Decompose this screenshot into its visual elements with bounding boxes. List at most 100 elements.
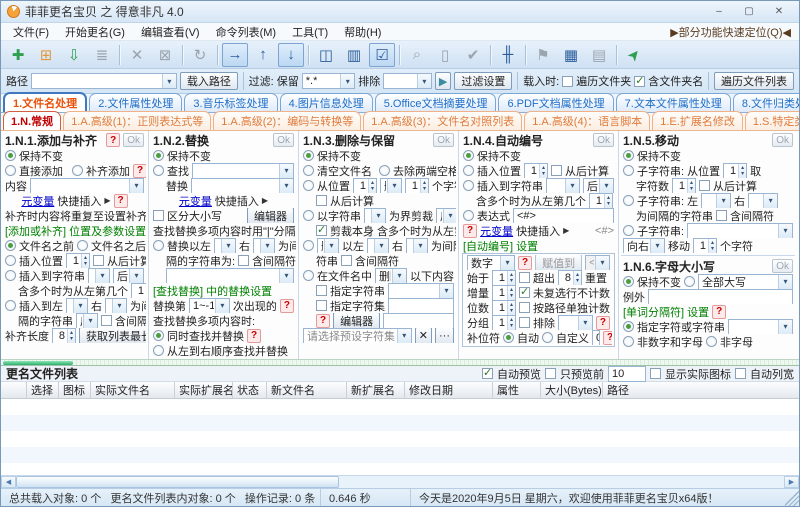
tab-pdf-attr[interactable]: 6.PDF文档属性处理 [498, 93, 613, 112]
delete-mode-combobox[interactable]: 删除 [380, 178, 402, 193]
digits-spinner[interactable]: 1 [492, 300, 516, 315]
auto-column-width-checkbox[interactable] [735, 368, 746, 379]
add-folder-icon[interactable]: ⊞ [33, 43, 59, 67]
column-attributes[interactable]: 属性 [493, 382, 541, 398]
specify-charset-checkbox[interactable] [316, 300, 327, 311]
pad-char-input[interactable]: 0 [592, 330, 600, 345]
side-combobox[interactable]: 后 [113, 268, 144, 283]
save-list-icon[interactable]: ≣ [89, 43, 115, 67]
substring-pos-radio[interactable] [623, 165, 634, 176]
ok-button[interactable]: Ok [433, 133, 454, 147]
column-size[interactable]: 大小(Bytes) [541, 382, 603, 398]
replace-combobox[interactable] [191, 178, 294, 193]
group-spinner[interactable]: 1 [492, 315, 516, 330]
meta-variable-link[interactable]: 元变量 [179, 193, 212, 208]
pad-custom-radio[interactable] [542, 332, 553, 343]
keep-radio[interactable] [463, 150, 474, 161]
help-icon[interactable]: ? [114, 194, 128, 208]
substring-between-radio[interactable] [623, 195, 634, 206]
column-new-name[interactable]: 新文件名 [267, 382, 347, 398]
preset-charset-combobox[interactable]: 请选择预设字符集 [303, 328, 412, 343]
right-sep-combobox[interactable] [105, 298, 127, 313]
pad-auto-radio[interactable] [503, 332, 514, 343]
help-icon[interactable]: ? [463, 224, 477, 238]
direct-add-radio[interactable] [5, 165, 16, 176]
table-row[interactable] [1, 415, 799, 431]
column-new-ext[interactable]: 新扩展名 [347, 382, 405, 398]
sep-side-combobox[interactable]: 后 [76, 313, 98, 328]
checklist-icon[interactable]: ☑ [369, 43, 395, 67]
insert-to-string-radio[interactable] [5, 270, 16, 281]
tab-text-attr[interactable]: 7.文本文件属性处理 [616, 93, 731, 112]
clear-list-icon[interactable]: ⊠ [152, 43, 178, 67]
change-case-radio[interactable] [684, 276, 695, 287]
column-actual-name[interactable]: 实际文件名 [91, 382, 175, 398]
assign-to-button[interactable]: 赋值到 [535, 255, 582, 270]
scroll-left-icon[interactable]: ◀ [1, 476, 16, 488]
ok-button[interactable]: Ok [273, 133, 294, 147]
flag-icon[interactable]: ⚑ [530, 43, 556, 67]
left-to-right-radio[interactable] [153, 345, 164, 356]
help-icon[interactable]: ? [712, 305, 726, 319]
scrollbar-thumb[interactable] [16, 476, 339, 488]
left-sep-combobox[interactable] [367, 238, 389, 253]
show-icons-checkbox[interactable] [650, 368, 661, 379]
search-check-icon[interactable]: ⌕ [404, 43, 430, 67]
from-end-checkbox[interactable] [316, 195, 327, 206]
delete-between-radio[interactable] [303, 240, 314, 251]
char-count-spinner[interactable]: 1 [672, 178, 696, 193]
per-path-checkbox[interactable] [519, 302, 530, 313]
maximize-button[interactable]: ▢ [735, 4, 763, 20]
exception-input[interactable] [648, 289, 793, 304]
exclude-checkbox[interactable] [519, 317, 530, 328]
refresh-icon[interactable]: ↻ [187, 43, 213, 67]
filter-settings-button[interactable]: 过滤设置 [454, 72, 512, 90]
specified-string-combobox[interactable] [388, 283, 454, 298]
trash-check-icon[interactable]: ▯ [432, 43, 458, 67]
row-index-header[interactable] [1, 382, 27, 398]
position-spinner[interactable]: 1 [723, 163, 747, 178]
submenu-arrow-icon[interactable]: ▶ [104, 196, 110, 205]
help-icon[interactable]: ? [596, 316, 610, 330]
clear-preset-icon[interactable]: ✕ [415, 328, 432, 343]
number-type-combobox[interactable]: 数字 [467, 255, 515, 270]
delete-mode3-combobox[interactable]: 删除 [375, 268, 407, 283]
scrollbar-thumb[interactable] [3, 361, 73, 365]
keep-radio[interactable] [5, 150, 16, 161]
from-position-radio[interactable] [303, 180, 314, 191]
boundary-string-combobox[interactable] [364, 208, 386, 223]
meta-variable-link[interactable]: 元变量 [480, 223, 513, 238]
tab-image-info[interactable]: 4.图片信息处理 [280, 93, 373, 112]
tab-file-attr[interactable]: 2.文件属性处理 [89, 93, 182, 112]
column-modified-date[interactable]: 修改日期 [405, 382, 493, 398]
keep-radio[interactable] [303, 150, 314, 161]
find-combobox[interactable] [192, 163, 294, 178]
expression-radio[interactable] [463, 210, 474, 221]
traverse-list-button[interactable]: 遍历文件列表 [714, 72, 794, 90]
before-name-radio[interactable] [5, 240, 16, 251]
from-end-checkbox[interactable] [93, 255, 104, 266]
subtab-extension[interactable]: 1.E.扩展名修改 [652, 111, 743, 130]
pad-length-spinner[interactable]: 8 [52, 328, 76, 343]
quick-locate-link[interactable]: ▶部分功能快速定位(Q)◀ [670, 24, 795, 40]
insert-to-string-combobox[interactable] [546, 178, 580, 193]
tab-music-tag[interactable]: 3.音乐标签处理 [184, 93, 277, 112]
find-replace-radio[interactable] [153, 165, 164, 176]
ok-button[interactable]: Ok [593, 133, 614, 147]
replace-between-radio[interactable] [153, 240, 164, 251]
help-icon[interactable]: ? [106, 133, 120, 147]
path-combobox[interactable] [31, 73, 177, 89]
trim-radio[interactable] [379, 165, 390, 176]
table-horizontal-scrollbar[interactable]: ◀ ▶ [1, 475, 799, 488]
insert-to-string-combobox[interactable] [88, 268, 110, 283]
side-combobox[interactable]: 后 [583, 178, 614, 193]
specify-string-checkbox[interactable] [316, 285, 327, 296]
column-icon[interactable]: 图标 [59, 382, 91, 398]
tab-filename[interactable]: 1.文件名处理 [3, 92, 87, 112]
table-row[interactable] [1, 431, 799, 447]
subtab-script[interactable]: 1.A.高级(4)：语言脚本 [524, 111, 650, 130]
direction-combobox[interactable]: 向右 [623, 238, 665, 253]
table-row[interactable] [1, 463, 799, 475]
insert-to-string-radio[interactable] [463, 180, 474, 191]
simultaneous-radio[interactable] [153, 330, 164, 341]
